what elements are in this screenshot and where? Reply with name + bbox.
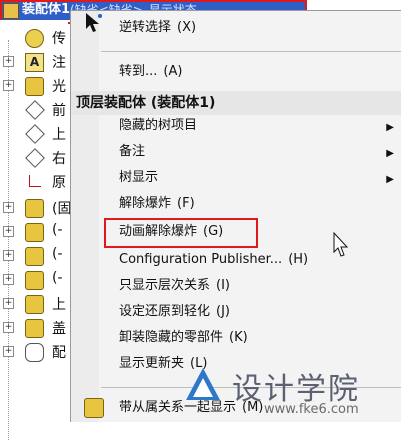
menu-item-shortcut: (I) (216, 278, 230, 293)
context-menu: 逆转选择 (X) 转到... (A) 顶层装配体 (装配体1) 隐藏的树项目 ▶ 备… (70, 10, 401, 422)
tree-row-label: (固 (52, 201, 72, 217)
watermark-url: www.fke6.com (264, 402, 359, 417)
submenu-arrow-icon: ▶ (386, 122, 394, 133)
menu-item-configuration-publisher[interactable]: Configuration Publisher... (H) (119, 249, 308, 271)
watermark: 设计学院 www.fke6.com (184, 364, 401, 421)
expand-icon[interactable]: + (3, 250, 14, 261)
tree-row-label: (- (52, 270, 63, 286)
part-icon (25, 295, 44, 314)
site-logo-icon (186, 368, 220, 400)
part-icon (25, 199, 44, 218)
submenu-arrow-icon: ▶ (386, 174, 394, 185)
tree-row-part[interactable]: + (- (0, 244, 68, 268)
tree-row-sensors[interactable]: 传 (0, 26, 68, 50)
menu-item-invert-selection[interactable]: 逆转选择 (X) (119, 17, 196, 39)
menu-item-label: 显示更新夹 (119, 356, 185, 371)
origin-icon (25, 173, 42, 190)
part-icon (25, 223, 44, 242)
tree-row-label: (- (52, 222, 63, 238)
menu-header-label: 顶层装配体 (装配体1) (76, 95, 216, 111)
menu-item-label: 转到... (119, 64, 158, 79)
menu-item-hidden-tree-items[interactable]: 隐藏的树项目 (119, 115, 197, 137)
menu-item-shortcut: (K) (229, 330, 248, 345)
expand-icon[interactable]: + (3, 322, 14, 333)
menu-item-label: 隐藏的树项目 (119, 118, 198, 133)
feature-manager-tree: 传 + A 注 + 光 前 上 右 原 + (固 + (- + (- + (- … (0, 20, 72, 440)
menu-item-shortcut: (F) (177, 196, 195, 211)
menu-item-shortcut: (H) (288, 252, 309, 267)
menu-item-label: 备注 (119, 144, 146, 159)
plane-icon (25, 100, 45, 120)
menu-item-label: 树显示 (119, 170, 159, 185)
menu-item-shortcut: (X) (177, 20, 197, 35)
expand-icon[interactable]: + (3, 226, 14, 237)
tree-row-top-plane[interactable]: 上 (0, 122, 68, 146)
expand-icon[interactable]: + (3, 56, 14, 67)
tree-row-part[interactable]: + 上 (0, 292, 68, 316)
tree-row-label: 上 (52, 127, 66, 143)
menu-item-comments[interactable]: 备注 (119, 141, 145, 163)
part-icon (25, 271, 44, 290)
menu-item-label: 设定还原到轻化 (119, 304, 211, 319)
expand-icon[interactable]: + (3, 298, 14, 309)
menu-icon-gutter (71, 11, 99, 422)
tree-row-label: 传 (52, 31, 66, 47)
mouse-pointer-select-icon (86, 13, 102, 32)
menu-item-label: 逆转选择 (119, 20, 172, 35)
tree-row-lights[interactable]: + 光 (0, 74, 68, 98)
tree-row-annotations[interactable]: + A 注 (0, 50, 68, 74)
tree-row-right-plane[interactable]: 右 (0, 146, 68, 170)
tree-row-part[interactable]: + (- (0, 220, 68, 244)
highlight-box-animate-collapse (104, 218, 258, 248)
menu-item-label: 只显示层次关系 (119, 278, 211, 293)
tree-row-label: (- (52, 246, 63, 262)
submenu-arrow-icon: ▶ (386, 148, 394, 159)
menu-item-set-resolved-to-lightweight[interactable]: 设定还原到轻化 (J) (119, 301, 230, 323)
tree-row-label: 注 (52, 55, 66, 71)
expand-icon[interactable]: + (3, 80, 14, 91)
tree-row-front-plane[interactable]: 前 (0, 98, 68, 122)
menu-item-label: 解除爆炸 (119, 196, 172, 211)
tree-row-part[interactable]: + (固 (0, 196, 72, 220)
tree-row-label: 配 (52, 345, 66, 361)
part-icon (25, 247, 44, 266)
menu-item-show-hierarchy-only[interactable]: 只显示层次关系 (I) (119, 275, 230, 297)
expand-icon[interactable]: + (3, 346, 14, 357)
tree-row-label: 上 (52, 297, 66, 313)
expand-icon[interactable]: + (3, 274, 14, 285)
menu-item-label: Configuration Publisher... (119, 252, 283, 267)
plane-icon (25, 148, 45, 168)
part-icon (25, 319, 44, 338)
tree-row-mates[interactable]: + 配 (0, 340, 68, 364)
menu-separator (101, 51, 401, 52)
menu-item-tree-display[interactable]: 树显示 (119, 167, 158, 189)
menu-item-shortcut: (A) (163, 64, 183, 79)
annotation-icon: A (25, 53, 44, 72)
plane-icon (25, 124, 45, 144)
tree-row-origin[interactable]: 原 (0, 170, 68, 194)
menu-item-label: 卸装隐藏的零部件 (119, 330, 224, 345)
tree-row-part[interactable]: + (- (0, 268, 68, 292)
mouse-cursor-icon (333, 232, 349, 257)
tree-row-label: 右 (52, 151, 66, 167)
tree-row-label: 光 (52, 79, 66, 95)
tree-row-label: 前 (52, 103, 66, 119)
tree-row-part[interactable]: + 盖 (0, 316, 68, 340)
menu-item-unload-hidden-components[interactable]: 卸装隐藏的零部件 (K) (119, 327, 248, 349)
lights-icon (25, 77, 44, 96)
menu-item-collapse[interactable]: 解除爆炸 (F) (119, 193, 195, 215)
sensor-icon (25, 29, 44, 48)
menu-section-header: 顶层装配体 (装配体1) (71, 91, 401, 115)
mates-icon (25, 343, 44, 362)
menu-item-shortcut: (J) (216, 304, 230, 319)
tree-row-label: 原 (52, 175, 66, 191)
tree-row-label: 盖 (52, 321, 66, 337)
expand-icon[interactable]: + (3, 202, 14, 213)
menu-item-goto[interactable]: 转到... (A) (119, 61, 182, 83)
component-icon (84, 398, 104, 418)
